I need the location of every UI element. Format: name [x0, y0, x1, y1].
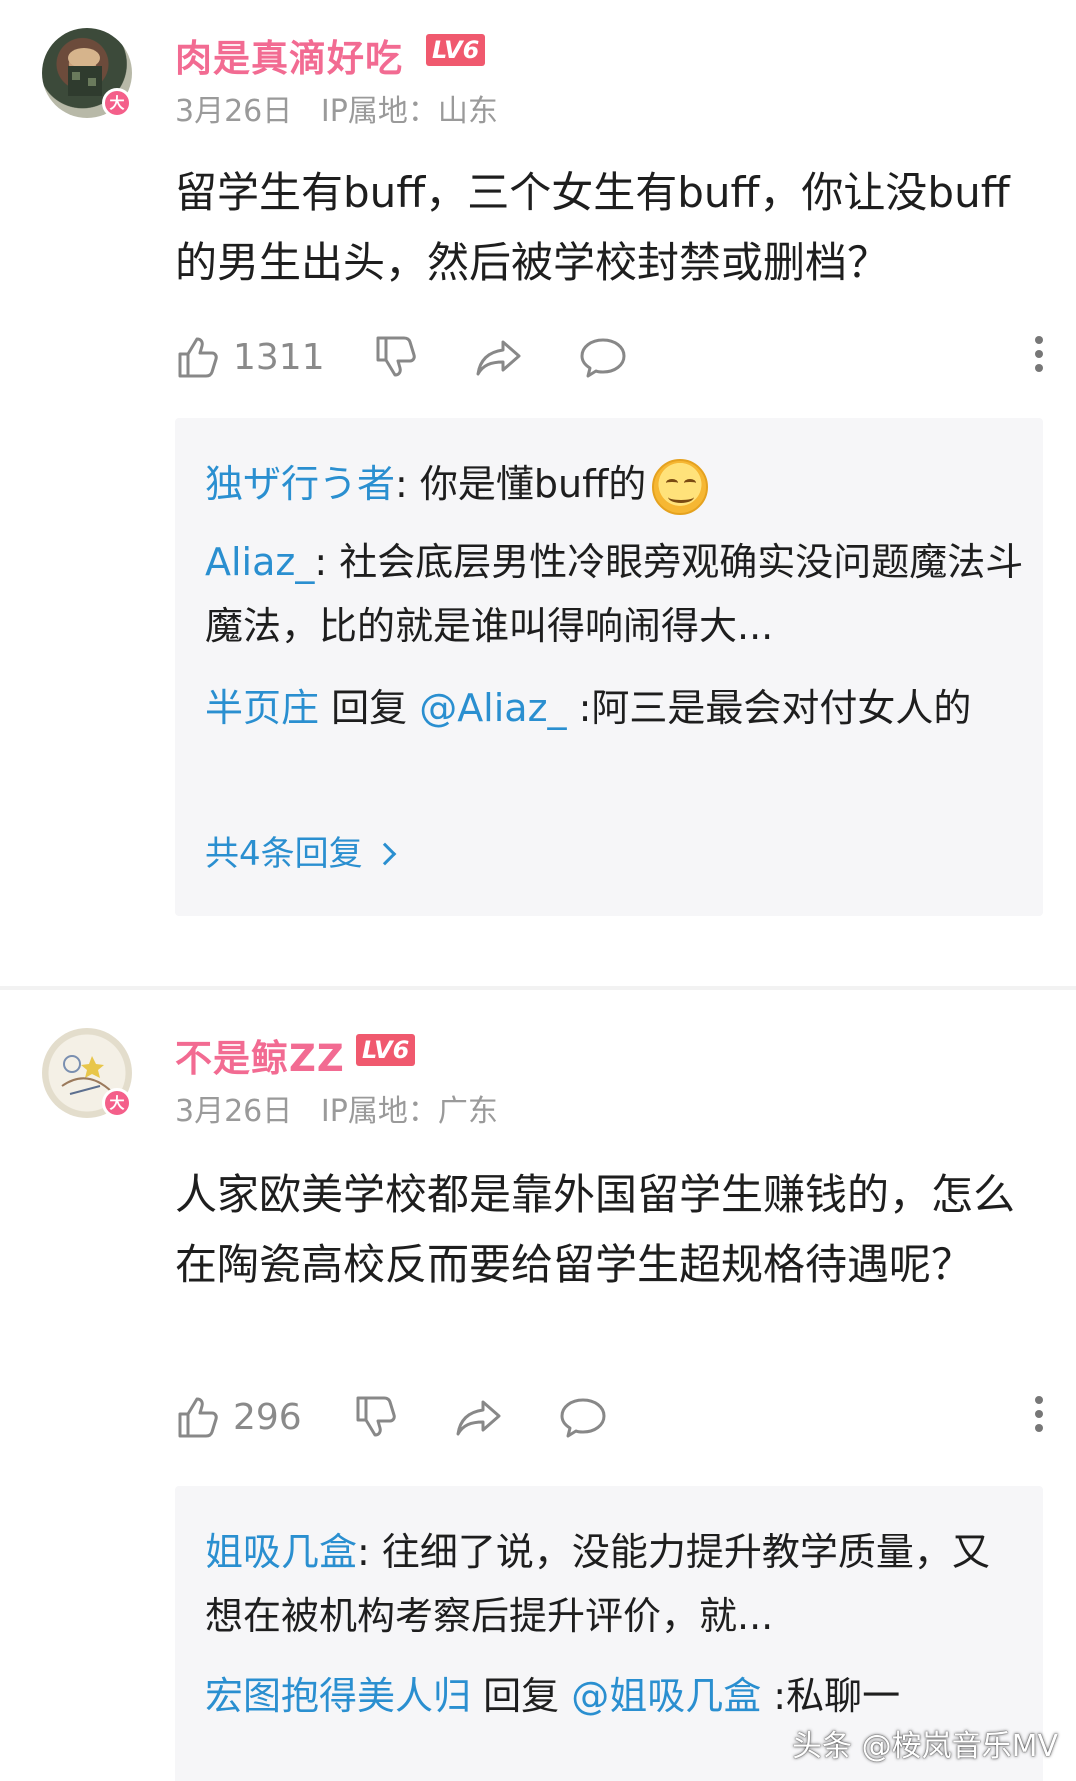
thumbs-up-icon: [178, 1397, 218, 1438]
share-arrow-icon: [456, 1400, 501, 1436]
grin-emoji-icon: [652, 458, 709, 515]
thumbs-down-icon: [356, 1396, 396, 1437]
reply-text: :私聊一: [761, 1674, 901, 1718]
more-options-icon[interactable]: [1033, 336, 1045, 378]
reply-author[interactable]: 独ザ行う者: [205, 462, 395, 506]
comment-actions: 296: [175, 1392, 1045, 1442]
comment-date: 3月26日: [175, 1094, 293, 1129]
reply-author[interactable]: 宏图抱得美人归: [205, 1674, 471, 1718]
username[interactable]: 肉是真滴好吃: [175, 28, 403, 82]
comment-meta: 3月26日 IP属地：山东: [175, 86, 498, 130]
comment-item: 大 不是鲸ZZ LV6 3月26日 IP属地：广东 人家欧美学校都是靠外国留学生…: [0, 990, 1076, 1781]
reply-button[interactable]: [559, 1392, 607, 1442]
like-button[interactable]: 1311: [175, 332, 325, 382]
level-badge: LV6: [356, 1034, 416, 1066]
reply-item: Aliaz_: 社会底层男性冷眼旁观确实没问题魔法斗魔法，比的就是谁叫得响闹得大…: [205, 530, 1025, 658]
more-options-icon[interactable]: [1033, 1396, 1045, 1438]
comment-item: 大 肉是真滴好吃 LV6 3月26日 IP属地：山东 留学生有buff，三个女生…: [0, 0, 1076, 985]
thumbs-up-icon: [178, 337, 218, 378]
verified-badge: 大: [102, 88, 132, 118]
like-count: 1311: [233, 336, 325, 378]
reply-item: 独ザ行う者: 你是懂buff的: [205, 452, 1025, 516]
reply-mention[interactable]: @Aliaz_: [419, 686, 566, 730]
comment-feed: 大 肉是真滴好吃 LV6 3月26日 IP属地：山东 留学生有buff，三个女生…: [0, 0, 1076, 1781]
reply-preview-box[interactable]: 独ザ行う者: 你是懂buff的 Aliaz_: 社会底层男性冷眼旁观确实没问题魔…: [175, 418, 1043, 916]
reply-button[interactable]: [579, 332, 627, 382]
level-badge: LV6: [426, 34, 486, 66]
share-arrow-icon: [476, 340, 521, 376]
watermark: 头条 @桉岚音乐MV: [792, 1729, 1058, 1764]
reply-text: :阿三是最会对付女人的: [566, 686, 972, 730]
comment-text: 人家欧美学校都是靠外国留学生赚钱的，怎么在陶瓷高校反而要给留学生超规格待遇呢？: [175, 1170, 1016, 1289]
like-button[interactable]: 296: [175, 1392, 302, 1442]
thumbs-down-icon: [376, 336, 416, 377]
reply-item: 姐吸几盒: 往细了说，没能力提升教学质量，又想在被机构考察后提升评价，就...: [205, 1520, 1025, 1648]
reply-author[interactable]: 姐吸几盒: [205, 1530, 357, 1574]
reply-word: 回复: [319, 686, 420, 730]
share-button[interactable]: [455, 1392, 503, 1442]
chevron-right-icon: [373, 842, 396, 866]
share-button[interactable]: [475, 332, 523, 382]
view-all-replies-label: 共4条回复: [205, 834, 363, 874]
reply-text: : 你是懂buff的: [395, 462, 647, 506]
reply-word: 回复: [471, 1674, 572, 1718]
username[interactable]: 不是鲸ZZ: [175, 1028, 345, 1082]
comment-actions: 1311: [175, 332, 1045, 382]
reply-item: 宏图抱得美人归 回复 @姐吸几盒 :私聊一: [205, 1664, 1025, 1728]
reply-text: : 社会底层男性冷眼旁观确实没问题魔法斗魔法，比的就是谁叫得响闹得大...: [205, 540, 1024, 648]
comment-text: 留学生有buff，三个女生有buff，你让没buff的男生出头，然后被学校封禁或…: [175, 168, 1010, 287]
dislike-button[interactable]: [373, 332, 419, 382]
comment-date: 3月26日: [175, 94, 293, 129]
view-all-replies-link[interactable]: 共4条回复: [205, 826, 396, 875]
comment-meta: 3月26日 IP属地：广东: [175, 1086, 498, 1130]
comment-bubble-icon: [580, 338, 626, 378]
reply-author[interactable]: 半页庄: [205, 686, 319, 730]
dislike-button[interactable]: [353, 1392, 399, 1442]
comment-ip: IP属地：山东: [320, 94, 498, 129]
verified-badge: 大: [102, 1088, 132, 1118]
reply-item: 半页庄 回复 @Aliaz_ :阿三是最会对付女人的: [205, 676, 1025, 740]
reply-author[interactable]: Aliaz_: [205, 540, 314, 584]
comment-bubble-icon: [560, 1398, 606, 1438]
comment-ip: IP属地：广东: [320, 1094, 498, 1129]
like-count: 296: [233, 1396, 302, 1438]
reply-mention[interactable]: @姐吸几盒: [571, 1674, 761, 1718]
